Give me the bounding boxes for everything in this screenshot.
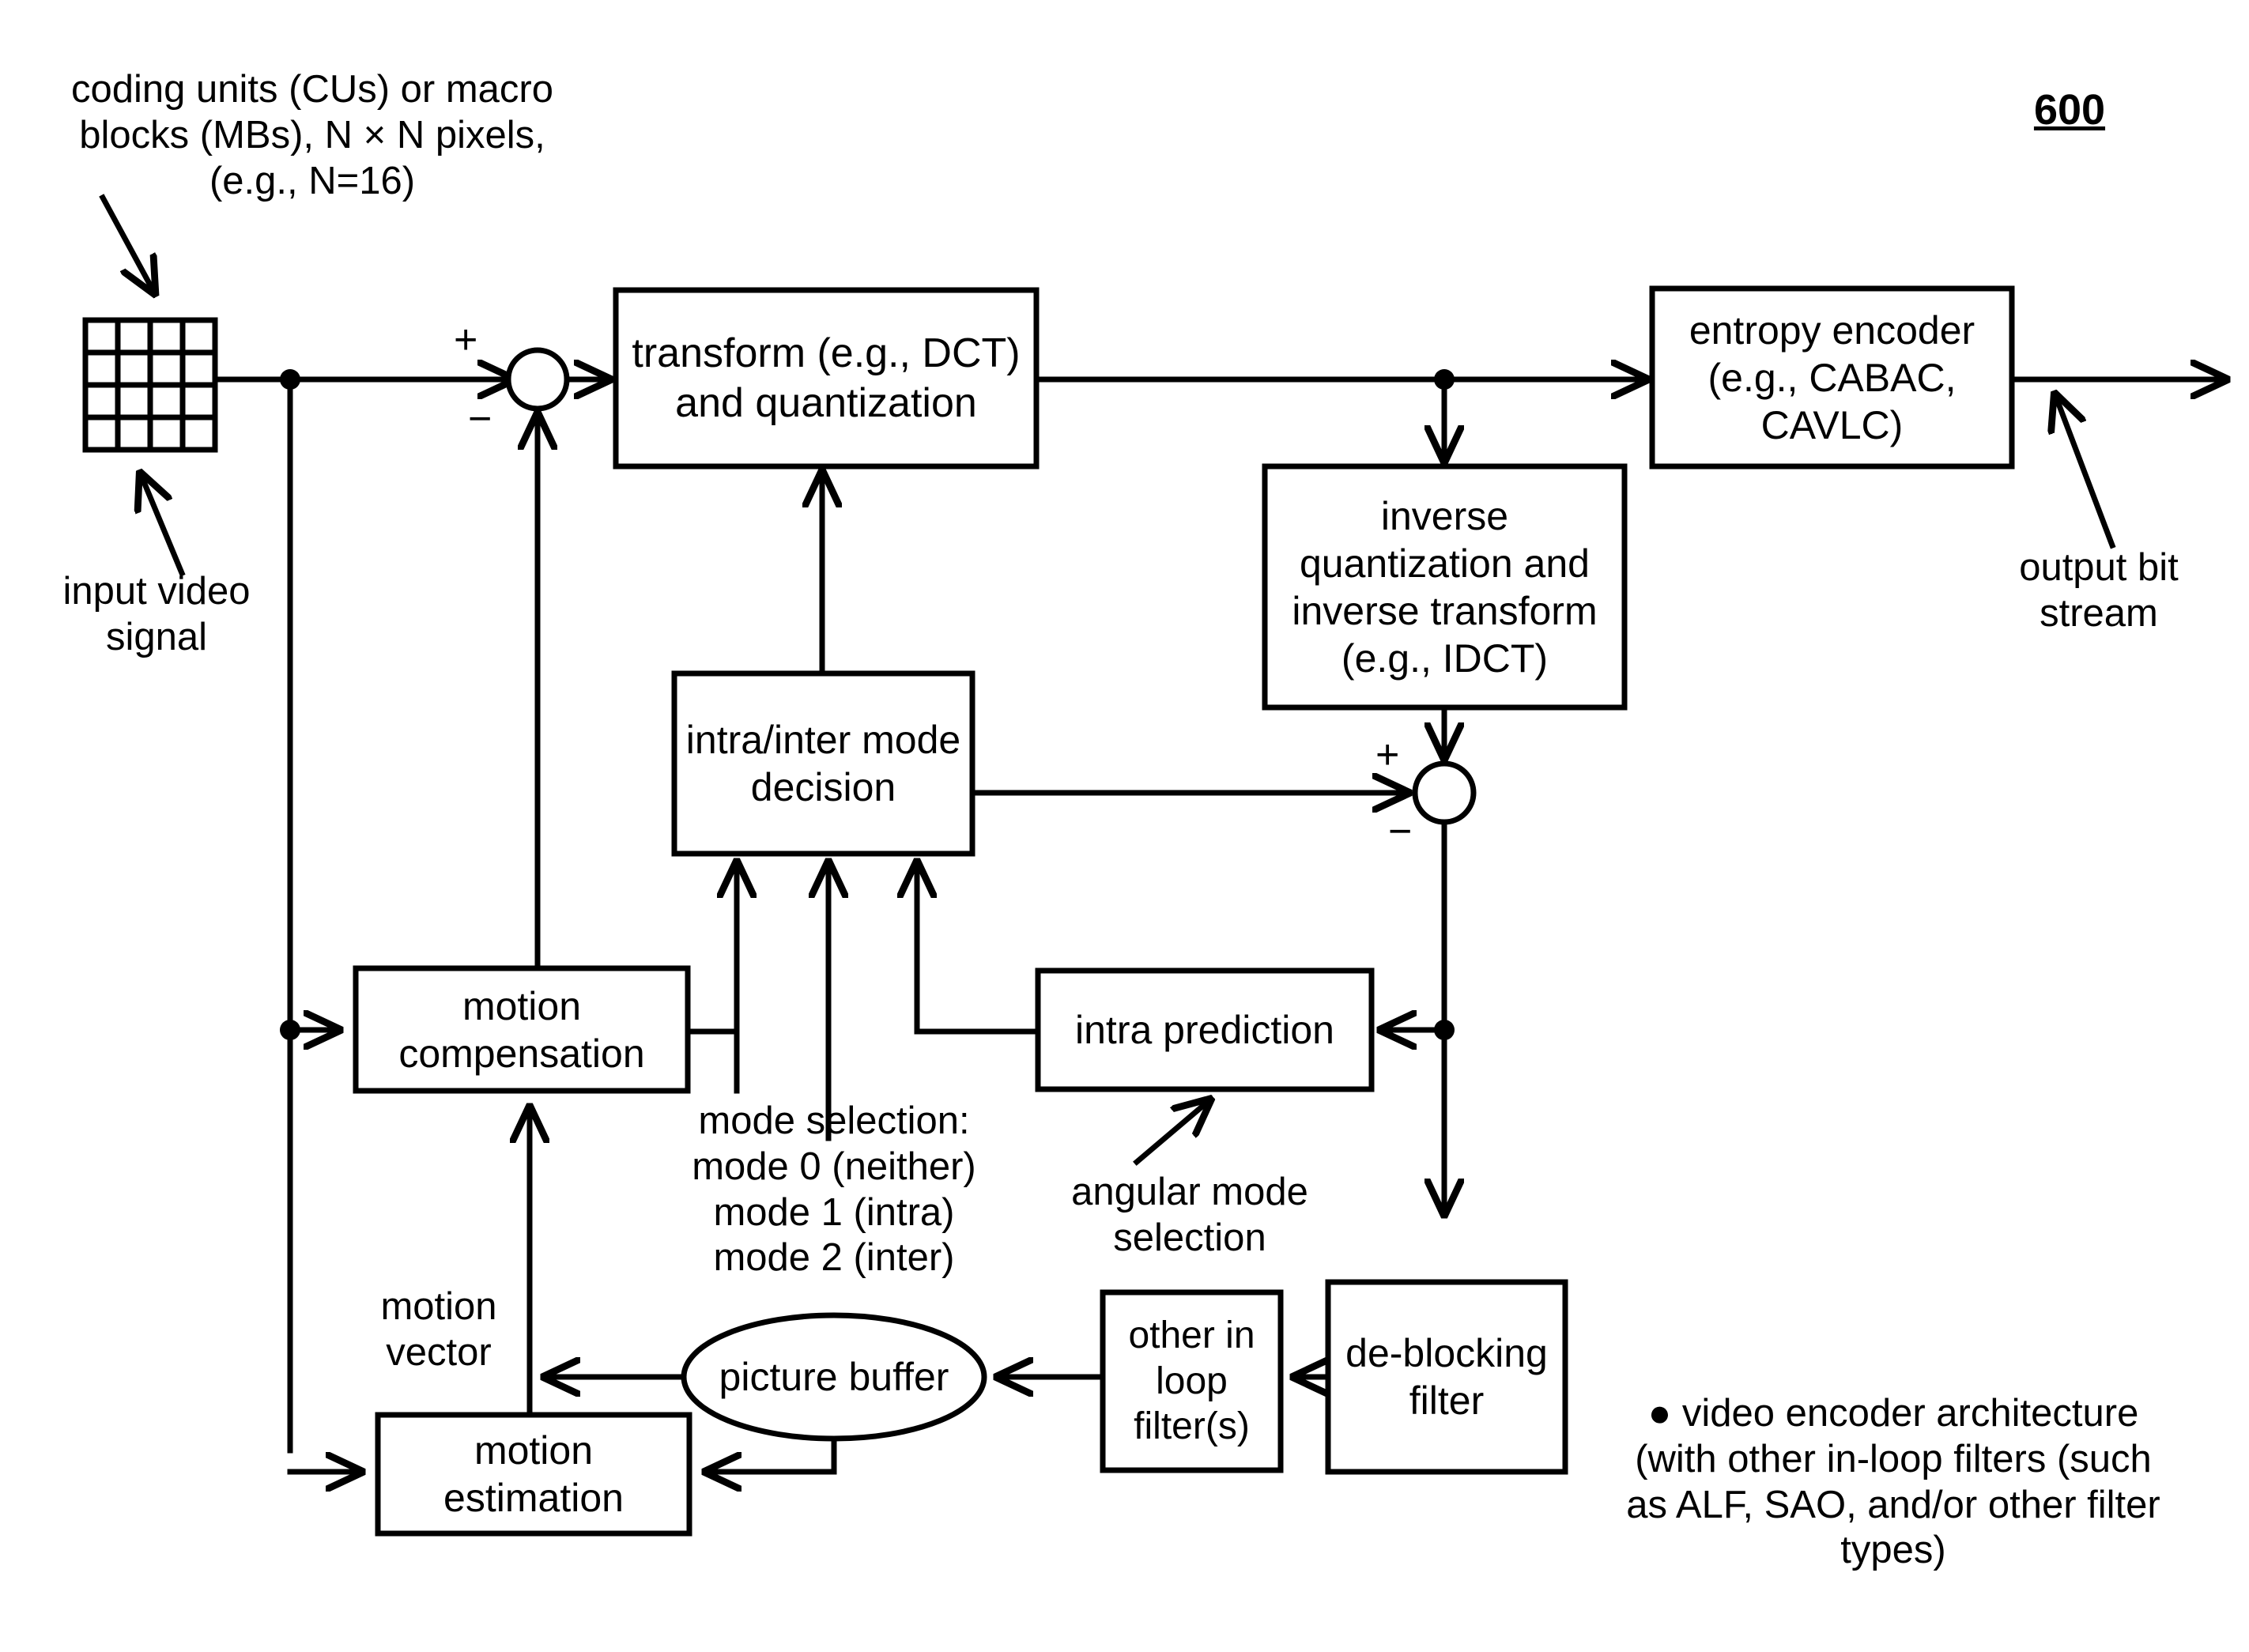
box-deblocking-filter [1325,1279,1568,1475]
angular-mode-selection-annotation: angular mode selection [1071,1171,1308,1259]
box-intra-prediction [1035,967,1375,1092]
box-motion-estimation [375,1412,692,1537]
leader-angular-mode [1133,1100,1209,1166]
adder1-minus-sign: − [468,396,492,442]
wire-intrapred-to-modedecision [917,863,1041,1035]
box-transform [613,287,1040,470]
box-entropy-encoder [1649,285,2015,470]
node-picture-buffer [681,1312,987,1442]
input-block-grid [82,317,218,453]
summing-node-2 [1412,760,1477,825]
leader-input-video [141,474,186,577]
input-block-description: coding units (CUs) or macro blocks (MBs)… [71,68,553,202]
adder2-plus-sign: + [1375,732,1400,778]
junction-dot-input-top [280,369,300,390]
output-bit-stream-label: output bit stream [2019,546,2179,635]
box-other-in-loop-filters [1100,1289,1284,1473]
leader-output-bitstream [2055,395,2116,549]
input-video-signal-label: input video signal [62,570,251,658]
mode-selection-annotation: mode selection: mode 0 (neither) mode 1 … [692,1099,976,1280]
box-inverse-quantization [1262,463,1628,711]
box-motion-compensation [353,965,691,1094]
leader-input-desc [99,194,154,292]
figure-number: 600 [2033,86,2106,134]
figure-canvas: 600 coding units (CUs) or macro blocks (… [0,0,2249,1652]
adder2-minus-sign: − [1388,809,1413,854]
box-mode-decision [671,670,975,857]
summing-node-1 [505,347,570,412]
adder1-plus-sign: + [454,317,478,363]
figure-caption: ● video encoder architecture (with other… [1626,1392,2160,1572]
motion-vector-annotation: motion vector [380,1285,497,1374]
junction-dot-input-mc [280,1020,300,1040]
